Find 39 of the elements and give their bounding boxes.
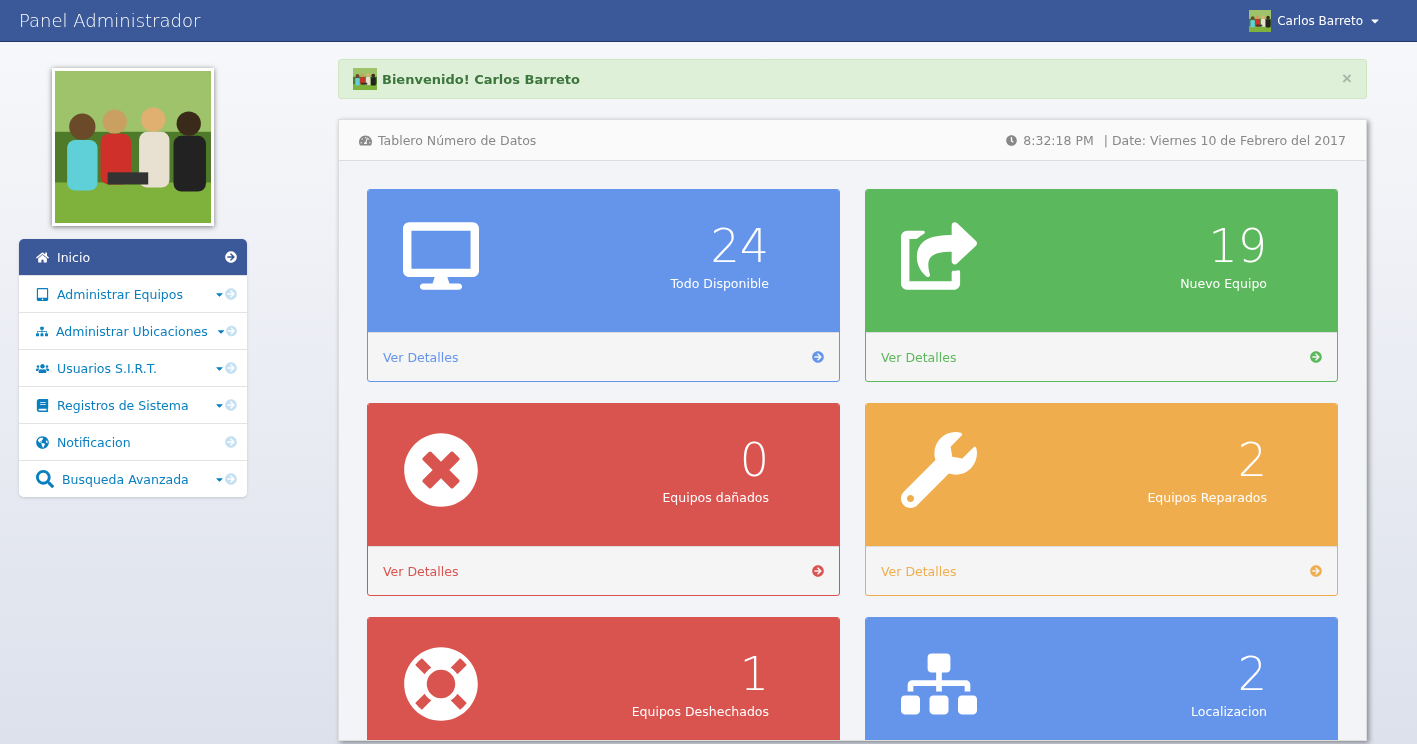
details-link[interactable]: Ver Detalles [866,332,1337,381]
stat-label: Equipos Reparados [1147,490,1267,506]
dashboard-icon [359,133,372,147]
details-link[interactable]: Ver Detalles [368,332,839,381]
stat-label: Localizacion [1191,704,1267,720]
sidebar-item[interactable]: Administrar Ubicaciones [19,312,247,349]
stat-label: Nuevo Equipo [1180,276,1267,292]
search-icon [36,470,54,488]
wrench-icon [901,432,977,508]
book-icon [36,398,49,412]
time-text: 8:32:18 PM [1023,132,1094,148]
stat-count: 0 [739,436,769,485]
sidebar-item[interactable]: Registros de Sistema [19,386,247,423]
life-ring-icon [403,646,479,722]
tablet-icon [36,287,49,301]
users-icon [36,361,49,375]
stat-count: 24 [710,222,769,271]
panel-title: Tablero Número de Datos [378,132,537,148]
stat-label: Equipos dañados [662,490,769,506]
sidebar-item[interactable]: Busqueda Avanzada [19,460,247,497]
stat-count: 2 [1237,436,1267,485]
clock-icon [1006,134,1018,146]
sidebar-item[interactable]: Administrar Equipos [19,275,247,312]
date-text: | Date: Viernes 10 de Febrero del 2017 [1103,132,1346,148]
sidebar-item[interactable]: Usuarios S.I.R.T. [19,349,247,386]
sitemap-icon [36,324,48,338]
stat-label: Todo Disponible [670,276,769,292]
app-title: Panel Administrador [19,10,201,31]
details-link[interactable]: Ver Detalles [368,546,839,595]
alert-message: Bienvenido! Carlos Barreto [382,71,580,87]
globe-icon [36,435,49,449]
sidebar-item[interactable]: Notificacion [19,423,247,460]
stat-count: 2 [1237,650,1267,699]
home-icon [36,250,49,264]
stat-count: 1 [739,650,769,699]
sidebar-item[interactable]: Inicio [19,239,247,275]
stat-count: 19 [1208,222,1267,271]
stat-label: Equipos Deshechados [631,704,769,720]
user-menu[interactable]: Carlos Barreto [1243,8,1387,33]
